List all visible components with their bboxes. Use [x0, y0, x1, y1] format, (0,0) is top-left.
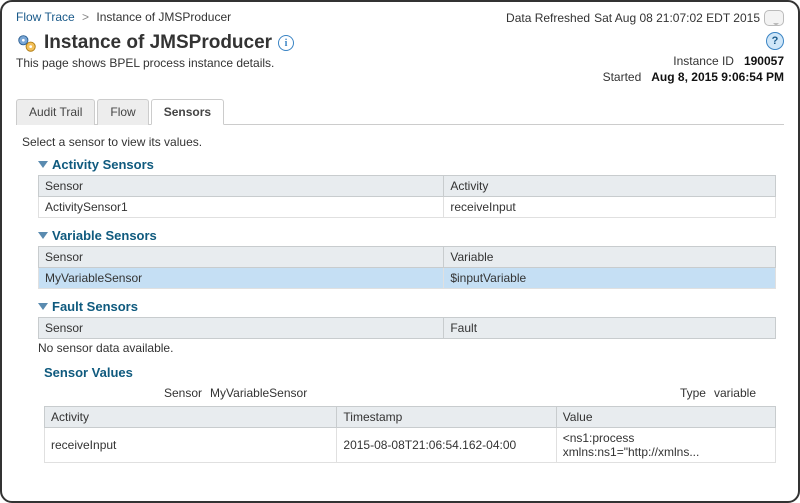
collapse-icon: [38, 303, 48, 310]
column-header[interactable]: Sensor: [39, 318, 444, 339]
sensor-values-section: Sensor Values Sensor MyVariableSensor Ty…: [44, 365, 776, 463]
breadcrumb-current: Instance of JMSProducer: [96, 10, 231, 24]
sensor-values-table: Activity Timestamp Value receiveInput 20…: [44, 406, 776, 463]
fault-sensors-section: Fault Sensors Sensor Fault No sensor dat…: [38, 299, 776, 355]
no-data-text: No sensor data available.: [38, 341, 776, 355]
activity-sensors-header[interactable]: Activity Sensors: [38, 157, 776, 172]
collapse-icon: [38, 161, 48, 168]
tab-flow[interactable]: Flow: [97, 99, 148, 125]
activity-sensors-table: Sensor Activity ActivitySensor1 receiveI…: [38, 175, 776, 218]
variable-sensors-table: Sensor Variable MyVariableSensor $inputV…: [38, 246, 776, 289]
table-row[interactable]: MyVariableSensor $inputVariable: [39, 268, 776, 289]
instance-id-value: 190057: [744, 54, 784, 68]
instance-id-label: Instance ID: [673, 54, 734, 68]
data-refreshed: Data Refreshed Sat Aug 08 21:07:02 EDT 2…: [506, 10, 784, 26]
page-title: Instance of JMSProducer: [44, 32, 272, 54]
tab-sensors[interactable]: Sensors: [151, 99, 224, 125]
column-header[interactable]: Activity: [45, 407, 337, 428]
breadcrumb-root-link[interactable]: Flow Trace: [16, 10, 75, 24]
fault-sensors-header[interactable]: Fault Sensors: [38, 299, 776, 314]
column-header[interactable]: Sensor: [39, 247, 444, 268]
variable-sensors-header[interactable]: Variable Sensors: [38, 228, 776, 243]
tab-audit-trail[interactable]: Audit Trail: [16, 99, 95, 125]
help-icon[interactable]: ?: [766, 32, 784, 50]
column-header[interactable]: Fault: [444, 318, 776, 339]
table-row[interactable]: ActivitySensor1 receiveInput: [39, 197, 776, 218]
tab-bar: Audit Trail Flow Sensors: [16, 98, 784, 125]
breadcrumb-sep: >: [82, 10, 89, 24]
started-label: Started: [603, 70, 642, 84]
variable-sensors-section: Variable Sensors Sensor Variable MyVaria…: [38, 228, 776, 289]
started-value: Aug 8, 2015 9:06:54 PM: [651, 70, 784, 84]
breadcrumb: Flow Trace > Instance of JMSProducer: [16, 10, 231, 24]
fault-sensors-table: Sensor Fault: [38, 317, 776, 339]
collapse-icon: [38, 232, 48, 239]
column-header[interactable]: Value: [556, 407, 775, 428]
sv-sensor-label: Sensor: [164, 386, 202, 400]
column-header[interactable]: Variable: [444, 247, 776, 268]
page-subtitle: This page shows BPEL process instance de…: [16, 56, 294, 70]
table-row[interactable]: receiveInput 2015-08-08T21:06:54.162-04:…: [45, 428, 776, 463]
sv-type-label: Type: [680, 386, 706, 400]
instructions-text: Select a sensor to view its values.: [22, 135, 784, 149]
column-header[interactable]: Sensor: [39, 176, 444, 197]
column-header[interactable]: Timestamp: [337, 407, 556, 428]
activity-sensors-section: Activity Sensors Sensor Activity Activit…: [38, 157, 776, 218]
comment-icon[interactable]: [764, 10, 784, 26]
sensor-values-header: Sensor Values: [44, 365, 776, 380]
info-icon[interactable]: i: [278, 35, 294, 51]
column-header[interactable]: Activity: [444, 176, 776, 197]
process-gear-icon: [16, 32, 38, 54]
sv-type-value: variable: [714, 386, 756, 400]
sv-sensor-value: MyVariableSensor: [210, 386, 307, 400]
